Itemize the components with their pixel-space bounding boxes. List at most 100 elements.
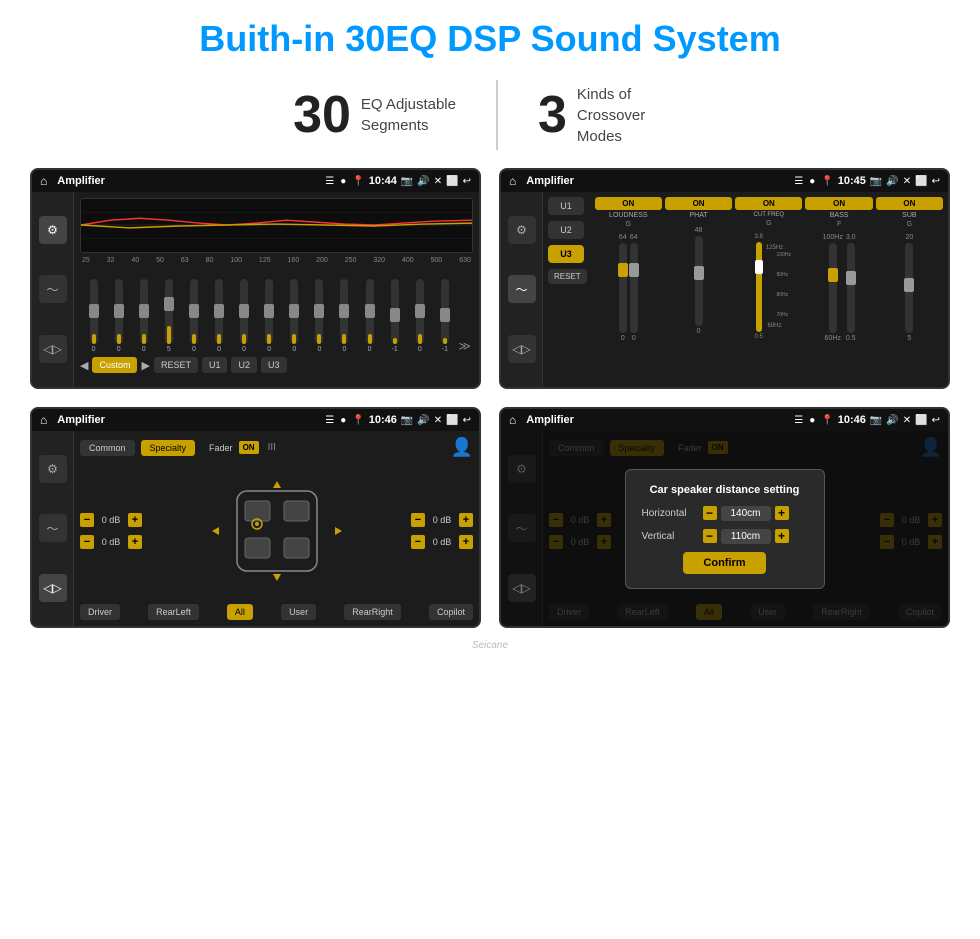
spec-top-controls: Common Specialty Fader ON III 👤 [80,437,473,458]
horizontal-plus-btn[interactable]: + [775,506,789,520]
screen-title-eq2: Amplifier [526,175,788,187]
copilot-btn[interactable]: Copilot [429,604,473,620]
slider-col-1[interactable]: 0 [82,279,105,353]
bl-plus-btn[interactable]: + [128,535,142,549]
ch-sliders-phat[interactable]: 48 0 [695,221,703,341]
vertical-minus-btn[interactable]: − [703,529,717,543]
home-icon-2[interactable]: ⌂ [509,174,516,188]
eq-icon[interactable]: ⚙ [39,216,67,244]
channel-phat: ON PHAT 48 0 [665,197,732,382]
volume-ctrl-icon-3[interactable]: ◁▷ [39,574,67,602]
vertical-input[interactable]: − 110cm + [703,529,789,544]
ch-header-sub: ON [876,197,943,210]
crossover-content: U1 U2 U3 RESET ON LOUDNESS G 64 [543,192,948,387]
tr-db-val: 0 dB [428,515,456,525]
eq-freq-labels: 2532405063 80100125160200 25032040050063… [80,257,473,264]
slider-col-12[interactable]: 0 [358,279,381,353]
tr-minus-btn[interactable]: − [411,513,425,527]
br-db-control: − 0 dB + [411,535,473,549]
eq-content: 2532405063 80100125160200 25032040050063… [74,192,479,387]
driver-btn[interactable]: Driver [80,604,120,620]
br-minus-btn[interactable]: − [411,535,425,549]
preset-btn-u2[interactable]: U2 [548,221,584,239]
tl-plus-btn[interactable]: + [128,513,142,527]
preset-reset[interactable]: RESET [154,357,198,373]
close-icon-3[interactable]: ✕ [434,415,442,426]
camera-icon-3: 📷 [401,415,413,426]
slider-col-11[interactable]: 0 [333,279,356,353]
preset-u1[interactable]: U1 [202,357,228,373]
home-icon[interactable]: ⌂ [40,174,47,188]
horizontal-minus-btn[interactable]: − [703,506,717,520]
back-icon-3[interactable]: ↩ [463,415,471,426]
ch-sliders-sub[interactable]: 20 5 [905,228,913,348]
bl-minus-btn[interactable]: − [80,535,94,549]
screen-eq1: ⌂ Amplifier ☰ ● 📍 10:44 📷 🔊 ✕ ⬜ ↩ ⚙ 〜 ◁▷ [30,168,481,389]
tr-plus-btn[interactable]: + [459,513,473,527]
camera-icon-2: 📷 [870,176,882,187]
br-plus-btn[interactable]: + [459,535,473,549]
confirm-button[interactable]: Confirm [683,552,765,574]
slider-col-6[interactable]: 0 [207,279,230,353]
volume-icon-3: 🔊 [417,415,429,426]
preset-btn-u1[interactable]: U1 [548,197,584,215]
slider-col-5[interactable]: 0 [182,279,205,353]
eq-sliders[interactable]: 0 0 0 5 0 [80,268,473,353]
fader-label: Fader [209,443,233,453]
window-icon-3: ⬜ [446,415,458,426]
ch-label-sub: SUB [902,212,916,219]
ch-sliders-cutfreq[interactable]: 3.8 0.5 125Hz 100Hz90Hz80Hz70Hz 60Hz [754,227,783,347]
home-icon-3[interactable]: ⌂ [40,413,47,427]
close-icon-2[interactable]: ✕ [903,176,911,187]
screen-title-sp1: Amplifier [57,414,319,426]
back-icon-4[interactable]: ↩ [932,415,940,426]
status-icons: 📍 10:44 📷 🔊 ✕ ⬜ ↩ [352,175,471,187]
home-icon-4[interactable]: ⌂ [509,413,516,427]
rear-right-btn[interactable]: RearRight [344,604,401,620]
wave-icon-3[interactable]: 〜 [39,514,67,542]
ch-sliders-bass[interactable]: 100Hz 60Hz 3.0 0.5 [823,228,856,348]
wave-icon-2[interactable]: 〜 [508,275,536,303]
rear-left-btn[interactable]: RearLeft [148,604,199,620]
slider-col-4[interactable]: 5 [157,279,180,353]
eq-icon-3[interactable]: ⚙ [39,455,67,483]
slider-col-15[interactable]: -1 [433,279,456,353]
slider-col-13[interactable]: -1 [383,279,406,353]
volume-ctrl-icon[interactable]: ◁▷ [39,335,67,363]
spec-right-controls: − 0 dB + − 0 dB + [411,513,473,549]
fader-on-badge: ON [239,441,259,454]
all-btn[interactable]: All [227,604,253,620]
screen-body-sp1: ⚙ 〜 ◁▷ Common Specialty Fader ON III 👤 [32,431,479,626]
slider-col-10[interactable]: 0 [308,279,331,353]
horizontal-input[interactable]: − 140cm + [703,506,789,521]
preset-btn-u3[interactable]: U3 [548,245,584,263]
eq-icon-2[interactable]: ⚙ [508,216,536,244]
preset-custom[interactable]: Custom [92,357,137,373]
vertical-plus-btn[interactable]: + [775,529,789,543]
back-icon-2[interactable]: ↩ [932,176,940,187]
ch-header-cutfreq: ON [735,197,802,210]
slider-col-14[interactable]: 0 [408,279,431,353]
tl-minus-btn[interactable]: − [80,513,94,527]
ch-sliders-loudness[interactable]: 64 0 64 0 [619,228,638,348]
slider-col-8[interactable]: 0 [258,279,281,353]
common-btn[interactable]: Common [80,440,135,456]
close-icon[interactable]: ✕ [434,176,442,187]
slider-col-9[interactable]: 0 [283,279,306,353]
close-icon-4[interactable]: ✕ [903,415,911,426]
preset-u3[interactable]: U3 [261,357,287,373]
specialty-btn[interactable]: Specialty [141,440,196,456]
slider-col-3[interactable]: 0 [132,279,155,353]
back-icon[interactable]: ↩ [463,176,471,187]
user-btn[interactable]: User [281,604,316,620]
slider-col-2[interactable]: 0 [107,279,130,353]
screen-body-eq1: ⚙ 〜 ◁▷ [32,192,479,387]
camera-icon: 📷 [401,176,413,187]
volume-ctrl-icon-2[interactable]: ◁▷ [508,335,536,363]
preset-u2[interactable]: U2 [231,357,257,373]
prev-icon[interactable]: ◀ [80,359,88,372]
wave-icon[interactable]: 〜 [39,275,67,303]
reset-btn[interactable]: RESET [548,269,587,284]
next-icon[interactable]: ▶ [141,359,149,372]
slider-col-7[interactable]: 0 [233,279,256,353]
